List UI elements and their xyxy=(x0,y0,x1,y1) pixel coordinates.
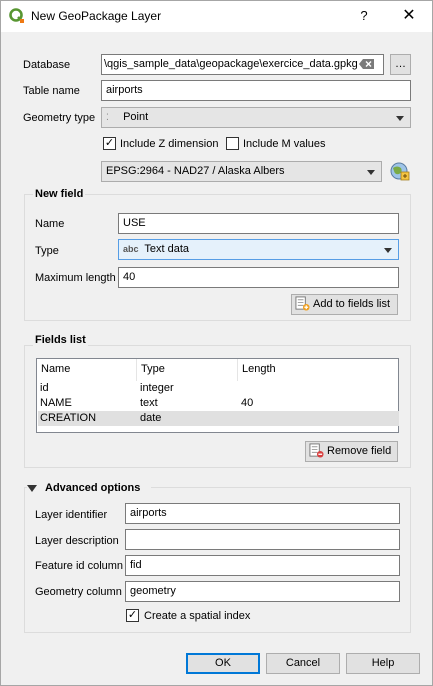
remove-field-label: Remove field xyxy=(327,445,392,457)
feature-id-value: fid xyxy=(130,559,142,571)
dialog-window: New GeoPackage Layer ? ✕ Database \qgis_… xyxy=(0,0,433,686)
feature-id-label: Feature id column xyxy=(35,560,124,572)
table-cell[interactable]: id xyxy=(37,381,49,396)
add-field-icon xyxy=(295,296,310,311)
database-label: Database xyxy=(23,59,71,71)
add-to-fields-button[interactable]: Add to fields list xyxy=(291,294,398,315)
field-type-select[interactable]: abc Text data xyxy=(118,239,399,260)
fields-table[interactable]: Name Type Length id integer NAME text 40… xyxy=(36,358,399,433)
geometry-column-label: Geometry column xyxy=(35,586,122,598)
table-cell[interactable] xyxy=(238,411,241,426)
help-title-button[interactable]: ? xyxy=(341,1,387,32)
ok-button[interactable]: OK xyxy=(186,653,260,674)
table-cell[interactable]: integer xyxy=(137,381,174,396)
remove-field-icon xyxy=(309,443,324,458)
geometry-column-input[interactable]: geometry xyxy=(125,581,400,602)
title-bar: New GeoPackage Layer ? ✕ xyxy=(1,1,432,32)
layer-description-label: Layer description xyxy=(35,535,119,547)
layer-description-input[interactable] xyxy=(125,529,400,550)
max-length-value: 40 xyxy=(123,271,136,283)
field-name-input[interactable]: USE xyxy=(118,213,399,234)
geometry-column-value: geometry xyxy=(130,585,176,597)
table-cell[interactable]: CREATION xyxy=(37,411,96,426)
include-z-checkbox[interactable]: ✓ xyxy=(103,137,116,150)
window-title: New GeoPackage Layer xyxy=(31,9,162,23)
table-name-value: airports xyxy=(106,84,143,96)
collapse-triangle-icon xyxy=(27,485,37,492)
column-header-length[interactable]: Length xyxy=(238,359,399,381)
feature-id-input[interactable]: fid xyxy=(125,555,400,576)
database-field[interactable]: \qgis_sample_data\geopackage\exercice_da… xyxy=(101,54,384,75)
chevron-down-icon xyxy=(367,170,375,175)
cancel-button[interactable]: Cancel xyxy=(266,653,340,674)
field-name-value: USE xyxy=(123,217,146,229)
help-button[interactable]: Help xyxy=(346,653,420,674)
column-header-name[interactable]: Name xyxy=(37,359,137,381)
geometry-type-value: Point xyxy=(123,111,149,123)
remove-field-button[interactable]: Remove field xyxy=(305,441,398,462)
table-cell[interactable]: date xyxy=(137,411,161,426)
table-cell[interactable]: NAME xyxy=(37,396,72,411)
browse-button[interactable]: … xyxy=(390,54,411,75)
geometry-type-label: Geometry type xyxy=(23,112,96,124)
table-cell[interactable]: text xyxy=(137,396,158,411)
crs-select[interactable]: EPSG:2964 - NAD27 / Alaska Albers xyxy=(101,161,382,182)
field-type-value: Text data xyxy=(144,243,190,255)
advanced-options-toggle[interactable]: Advanced options xyxy=(27,481,151,496)
max-length-label: Maximum length xyxy=(35,272,116,284)
chevron-down-icon xyxy=(384,248,392,253)
clear-icon[interactable] xyxy=(359,58,375,71)
fields-list-title: Fields list xyxy=(33,334,88,346)
column-header-type[interactable]: Type xyxy=(137,359,238,381)
layer-identifier-input[interactable]: airports xyxy=(125,503,400,524)
include-m-label: Include M values xyxy=(243,138,326,150)
chevron-down-icon xyxy=(396,116,404,121)
new-field-title: New field xyxy=(33,188,86,200)
database-value: \qgis_sample_data\geopackage\exercice_da… xyxy=(104,58,358,70)
globe-icon xyxy=(390,162,410,181)
table-name-field[interactable]: airports xyxy=(101,80,411,101)
include-m-checkbox[interactable] xyxy=(226,137,239,150)
include-z-label: Include Z dimension xyxy=(120,138,219,150)
field-type-label: Type xyxy=(35,245,59,257)
table-cell[interactable]: 40 xyxy=(238,396,253,411)
field-name-label: Name xyxy=(35,218,65,230)
crs-selector-button[interactable] xyxy=(388,160,412,183)
layer-identifier-value: airports xyxy=(130,507,167,519)
add-to-fields-label: Add to fields list xyxy=(313,298,391,310)
point-icon: ⁚ xyxy=(106,111,109,122)
spatial-index-label: Create a spatial index xyxy=(144,610,251,622)
close-button[interactable]: ✕ xyxy=(386,1,432,32)
qgis-logo-icon xyxy=(9,8,24,23)
text-type-icon: abc xyxy=(123,244,139,254)
table-name-label: Table name xyxy=(23,85,80,97)
max-length-input[interactable]: 40 xyxy=(118,267,399,288)
crs-value: EPSG:2964 - NAD27 / Alaska Albers xyxy=(106,165,285,177)
advanced-options-title: Advanced options xyxy=(45,482,141,494)
geometry-type-select[interactable]: ⁚ Point xyxy=(101,107,411,128)
spatial-index-checkbox[interactable]: ✓ xyxy=(126,609,139,622)
layer-identifier-label: Layer identifier xyxy=(35,509,108,521)
table-cell[interactable] xyxy=(238,381,241,396)
